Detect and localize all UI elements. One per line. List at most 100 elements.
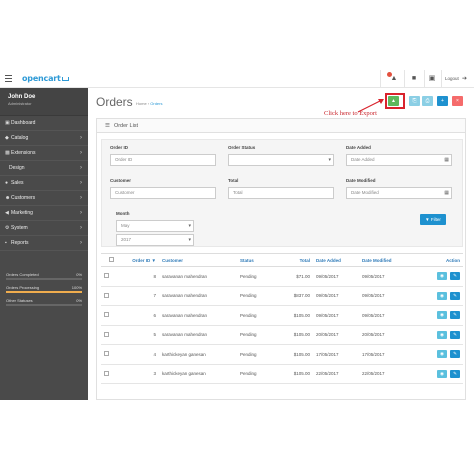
cell-actions: ◉ ✎ bbox=[413, 305, 463, 326]
stat-label: Orders Processing bbox=[6, 285, 40, 290]
cell-date-added: 09/05/2017 bbox=[313, 286, 359, 306]
year-select[interactable]: 2017 ▾ bbox=[116, 234, 194, 246]
date-added-input[interactable]: Date Added ▦ bbox=[346, 154, 452, 166]
menu-toggle-icon[interactable] bbox=[5, 75, 12, 82]
sidebar-item-label: Design bbox=[9, 165, 25, 171]
total-input[interactable]: Total bbox=[228, 187, 334, 199]
logout-icon[interactable]: ➔ bbox=[462, 75, 467, 82]
select-all-checkbox[interactable] bbox=[108, 257, 114, 262]
total-label: Total bbox=[228, 178, 239, 183]
customer-input[interactable]: Customer bbox=[110, 187, 216, 199]
print-shipping-button[interactable]: ⎙ bbox=[422, 96, 433, 106]
edit-pencil-icon[interactable]: ✎ bbox=[450, 272, 460, 281]
stat-progress-bar bbox=[6, 304, 82, 306]
col-order-id[interactable]: Order ID ▼ bbox=[121, 253, 159, 267]
opencart-logo[interactable]: opencart bbox=[22, 74, 69, 83]
col-date-modified[interactable]: Date Modified bbox=[359, 253, 413, 267]
edit-pencil-icon[interactable]: ✎ bbox=[450, 291, 460, 300]
sidebar-item-sales[interactable]: ● Sales › bbox=[0, 176, 88, 191]
calendar-icon[interactable]: ▦ bbox=[444, 155, 449, 165]
edit-pencil-icon[interactable]: ✎ bbox=[450, 369, 460, 378]
user-role: Administrator bbox=[8, 101, 32, 106]
cell-actions: ◉ ✎ bbox=[413, 325, 463, 345]
chevron-down-icon: ▾ bbox=[188, 237, 191, 243]
sidebar-item-label: Customers bbox=[11, 195, 36, 201]
order-status-select[interactable]: ▾ bbox=[228, 154, 334, 166]
filter-button-label: Filter bbox=[430, 217, 441, 222]
add-button[interactable]: + bbox=[437, 96, 448, 106]
view-eye-icon[interactable]: ◉ bbox=[437, 330, 447, 339]
view-eye-icon[interactable]: ◉ bbox=[437, 291, 447, 300]
chevron-right-icon: › bbox=[80, 135, 82, 141]
col-status[interactable]: Status bbox=[237, 253, 285, 267]
col-customer[interactable]: Customer bbox=[159, 253, 237, 267]
cell-order-id: 5 bbox=[121, 325, 159, 345]
export-button[interactable]: ▲ bbox=[388, 96, 399, 106]
col-total[interactable]: Total bbox=[285, 253, 313, 267]
cell-customer: saravanan mahendran bbox=[159, 286, 237, 306]
edit-pencil-icon[interactable]: ✎ bbox=[450, 311, 460, 320]
sidebar-item-system[interactable]: ⚙ System › bbox=[0, 221, 88, 236]
logo-text: opencart bbox=[22, 74, 61, 83]
bell-icon[interactable]: ▲ bbox=[387, 72, 400, 85]
print-invoice-button[interactable]: ⎘ bbox=[409, 96, 420, 106]
table-row: 5 saravanan mahendran Pending $105.00 20/05/… bbox=[101, 325, 463, 345]
filter-form: Order ID Order ID Order Status ▾ Date Ad… bbox=[101, 139, 463, 247]
view-eye-icon[interactable]: ◉ bbox=[437, 350, 447, 359]
sidebar-item-extensions[interactable]: ▩Extensions › bbox=[0, 146, 88, 161]
month-select[interactable]: May ▾ bbox=[116, 220, 194, 232]
help-icon[interactable]: ▣ bbox=[426, 73, 438, 85]
calendar-icon[interactable]: ▦ bbox=[444, 188, 449, 198]
user-profile[interactable]: John Doe Administrator bbox=[0, 88, 88, 116]
year-value: 2017 bbox=[121, 237, 132, 242]
order-id-input[interactable]: Order ID bbox=[110, 154, 216, 166]
sidebar-item-marketing[interactable]: ◀ Marketing › bbox=[0, 206, 88, 221]
orders-table: Order ID ▼ Customer Status Total Date Ad… bbox=[101, 253, 463, 384]
breadcrumb-home[interactable]: Home bbox=[136, 101, 147, 106]
row-checkbox[interactable] bbox=[104, 331, 109, 337]
list-icon: ☰ bbox=[105, 123, 110, 129]
date-added-placeholder: Date Added bbox=[351, 157, 375, 162]
chevron-right-icon: › bbox=[80, 180, 82, 186]
view-eye-icon[interactable]: ◉ bbox=[437, 272, 447, 281]
sidebar-item-label: Reports bbox=[11, 240, 29, 246]
view-eye-icon[interactable]: ◉ bbox=[437, 311, 447, 320]
cell-customer: saravanan mahendran bbox=[159, 266, 237, 287]
row-checkbox[interactable] bbox=[104, 312, 109, 318]
sidebar-nav: ▣Dashboard ◆ Catalog › ▩Extensions › Design › ● S… bbox=[0, 116, 88, 251]
date-modified-input[interactable]: Date Modified ▦ bbox=[346, 187, 452, 199]
row-select-cell bbox=[101, 364, 121, 384]
sidebar-item-dashboard[interactable]: ▣Dashboard bbox=[0, 116, 88, 131]
edit-pencil-icon[interactable]: ✎ bbox=[450, 330, 460, 339]
select-all-cell bbox=[101, 253, 121, 267]
cell-date-modified: 17/05/2017 bbox=[359, 344, 413, 365]
cart-icon bbox=[61, 76, 69, 81]
cell-customer: karthickeyan ganesan bbox=[159, 364, 237, 384]
breadcrumb-current[interactable]: Orders bbox=[150, 101, 162, 106]
edit-pencil-icon[interactable]: ✎ bbox=[450, 350, 460, 359]
sidebar-item-customers[interactable]: ☻Customers › bbox=[0, 191, 88, 206]
cell-status: Pending bbox=[237, 364, 285, 384]
sidebar-item-label: Marketing bbox=[11, 210, 33, 216]
cell-date-modified: 22/05/2017 bbox=[359, 364, 413, 384]
cell-date-modified: 09/05/2017 bbox=[359, 286, 413, 306]
delete-button[interactable]: × bbox=[452, 96, 463, 106]
order-list-panel: ☰ Order List Order ID Order ID Order Stat… bbox=[96, 118, 466, 400]
cell-date-modified: 20/05/2017 bbox=[359, 325, 413, 345]
sidebar-item-reports[interactable]: ▪ Reports › bbox=[0, 236, 88, 251]
logout-link[interactable]: Logout bbox=[445, 76, 459, 81]
row-checkbox[interactable] bbox=[104, 351, 109, 357]
table-row: 4 karthickeyan ganesan Pending $105.00 17/05… bbox=[101, 344, 463, 365]
row-checkbox[interactable] bbox=[104, 292, 109, 298]
sidebar-item-design[interactable]: Design › bbox=[0, 161, 88, 176]
sidebar: John Doe Administrator ▣Dashboard ◆ Catalo… bbox=[0, 88, 88, 400]
cell-total: $837.00 bbox=[285, 286, 313, 306]
row-checkbox[interactable] bbox=[104, 370, 109, 376]
filter-button[interactable]: ▼ Filter bbox=[420, 214, 446, 225]
main-content: Orders Home › Orders ▲ ⎘ ⎙ + × Click her… bbox=[88, 88, 474, 400]
view-eye-icon[interactable]: ◉ bbox=[437, 369, 447, 378]
row-checkbox[interactable] bbox=[104, 273, 109, 279]
sidebar-item-catalog[interactable]: ◆ Catalog › bbox=[0, 131, 88, 146]
col-date-added[interactable]: Date Added bbox=[313, 253, 359, 267]
home-icon[interactable]: ■ bbox=[408, 73, 420, 85]
